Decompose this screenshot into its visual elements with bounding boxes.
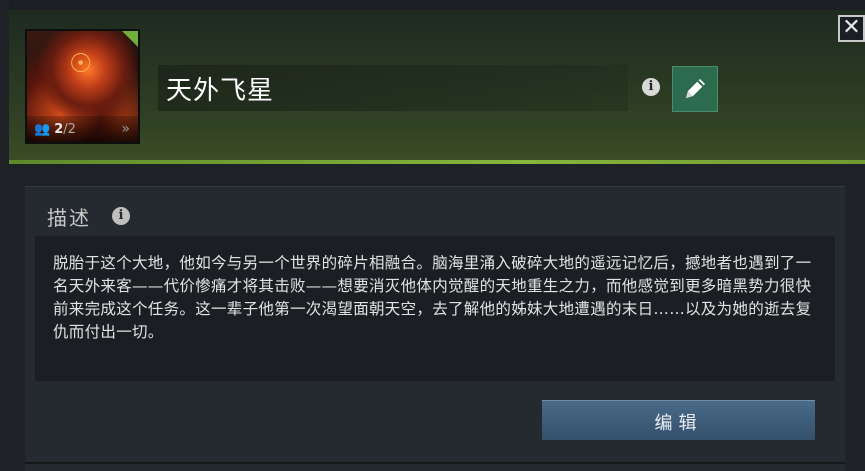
bottom-divider — [25, 462, 845, 464]
hero-emblem: ☉ — [69, 49, 93, 79]
edit-title-button[interactable] — [672, 66, 718, 112]
description-info-icon[interactable]: i — [112, 207, 130, 225]
edit-button[interactable]: 编辑 — [542, 400, 815, 440]
portrait-corner-badge — [122, 31, 138, 47]
page-title: 天外飞星 — [166, 75, 275, 106]
player-counter: 👥 2/2 » — [27, 116, 138, 142]
player-count-current: 2 — [54, 121, 64, 137]
players-icon: 👥 — [34, 121, 50, 137]
info-icon[interactable]: i — [642, 78, 660, 96]
description-label: 描述 — [47, 206, 91, 230]
description-text[interactable]: 脱胎于这个大地，他如今与另一个世界的碎片相融合。脑海里涌入破碎大地的遥远记忆后，… — [35, 236, 835, 381]
top-strip — [0, 0, 865, 10]
player-count-max: 2 — [67, 121, 76, 137]
title-field[interactable]: 天外飞星 — [158, 65, 628, 111]
close-icon: ✕ — [842, 15, 861, 40]
left-edge — [0, 0, 9, 471]
pencil-icon — [686, 79, 705, 98]
edit-button-label: 编辑 — [654, 413, 703, 434]
hero-portrait[interactable]: ☉ 👥 2/2 » — [25, 29, 140, 144]
double-chevron-right-icon[interactable]: » — [121, 121, 130, 137]
close-button[interactable]: ✕ — [838, 15, 865, 42]
